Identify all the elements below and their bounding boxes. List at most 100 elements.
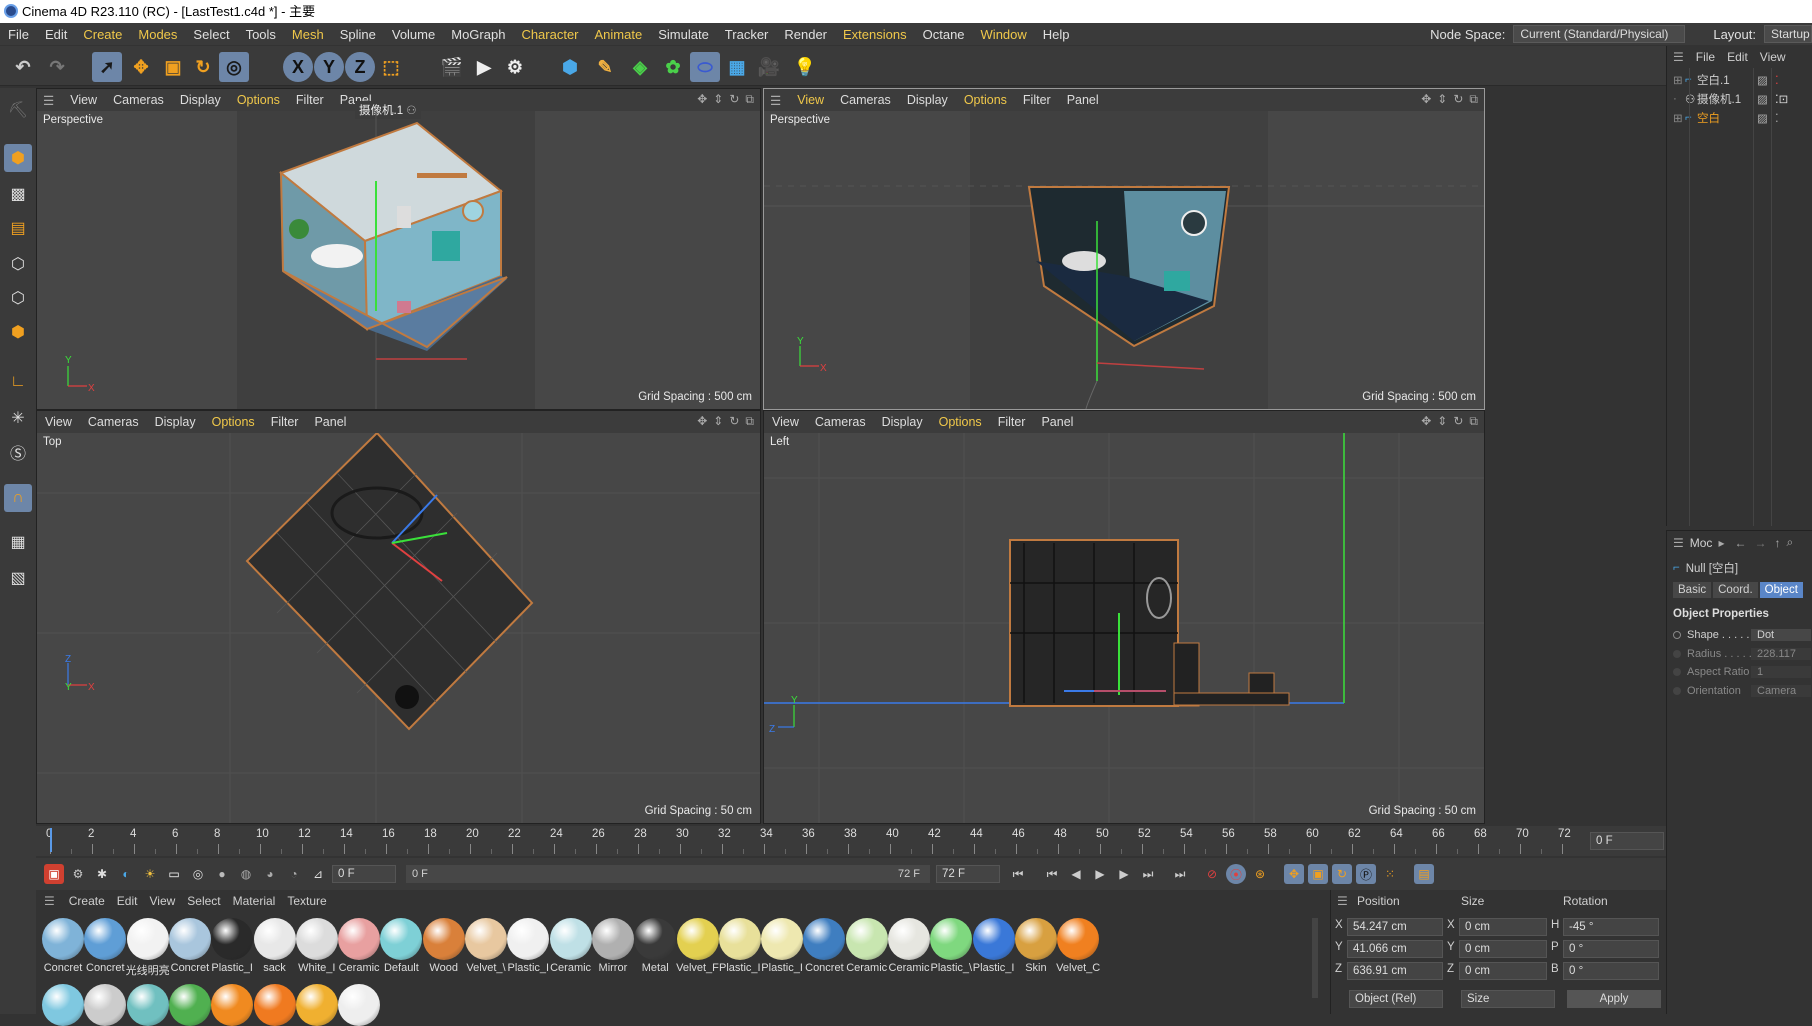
undo-icon[interactable]: ↶ [8,52,38,82]
hamburger-icon[interactable]: ☰ [36,894,63,908]
rounded-rect-icon[interactable]: ▭ [164,864,184,884]
pan-icon[interactable]: ✥ [1421,414,1431,429]
mode-menu[interactable]: Moc [1690,536,1713,550]
viewport-menu-panel[interactable]: Panel [1059,93,1107,107]
mm-menu-texture[interactable]: Texture [281,894,332,908]
position-x-field[interactable]: 54.247 cm [1347,918,1443,936]
visibility-dots-icon[interactable]: ⁚ [1775,111,1779,125]
viewport-menu-cameras[interactable]: Cameras [80,415,147,429]
material-swatch[interactable]: Plastic_I [717,918,763,974]
autokey-icon[interactable]: ⦿ [1226,864,1246,884]
material-swatch[interactable]: Concret [801,918,847,974]
pen-spline-icon[interactable]: ✎ [590,52,620,82]
orbit-icon[interactable]: ↻ [1453,414,1463,429]
up-arrow-icon[interactable]: ↑ [1770,536,1784,550]
material-swatch[interactable] [126,984,169,1026]
rotation-b-field[interactable]: 0 ° [1563,962,1659,980]
parameter-key-icon[interactable]: Ⓟ [1356,864,1376,884]
material-swatch[interactable]: Velvet_\ [463,918,509,974]
axis-mode-icon[interactable]: ∟ [4,368,32,396]
object-name[interactable]: 摄像机.1 [1697,91,1741,107]
viewport-menu-cameras[interactable]: Cameras [807,415,874,429]
maximize-icon[interactable]: ⧉ [1469,414,1478,429]
previous-key-icon[interactable]: ⏮ [1042,864,1062,884]
next-key-icon[interactable]: ⏭ [1138,864,1158,884]
current-frame-field[interactable]: 0 F [1590,832,1664,850]
scale-key-icon[interactable]: ▣ [1308,864,1328,884]
snap-icon[interactable]: ∩ [4,484,32,512]
menu-tracker[interactable]: Tracker [717,27,777,42]
chevron-right-icon[interactable]: ▸ [1712,536,1730,550]
menu-render[interactable]: Render [776,27,835,42]
dolly-icon[interactable]: ⇕ [713,414,723,429]
tweak-mode-icon[interactable]: ✳ [4,404,32,432]
cube-icon[interactable]: ⬢ [555,52,585,82]
om-menu-edit[interactable]: Edit [1721,50,1754,64]
material-scrollbar[interactable] [1312,918,1318,998]
back-arrow-icon[interactable]: ← [1730,536,1750,550]
menu-edit[interactable]: Edit [37,27,75,42]
shape-dropdown[interactable]: Dot [1751,629,1811,642]
sphere-alt-icon[interactable]: ◍ [236,864,256,884]
timeline-ruler[interactable]: 0246810121416182022242628303234363840424… [36,826,1666,856]
material-swatch[interactable]: Plastic_I [759,918,805,974]
record-icon[interactable]: ▣ [44,864,64,884]
om-menu-file[interactable]: File [1690,50,1721,64]
material-swatch[interactable]: Wood [421,918,467,974]
viewport-menu-view[interactable]: View [37,415,80,429]
select-tool-icon[interactable]: ◎ [219,52,249,82]
go-to-end-icon[interactable]: ⏭ [1170,864,1190,884]
model-mode-icon[interactable]: ⬢ [4,144,32,172]
keyframe-icon[interactable] [1673,668,1681,677]
material-swatch[interactable]: Ceramic [548,918,594,974]
menu-file[interactable]: File [0,27,37,42]
material-swatch[interactable]: Velvet_F [675,918,721,974]
hamburger-icon[interactable]: ☰ [764,93,789,108]
visibility-dots-icon[interactable]: ⁚ [1775,73,1779,87]
viewport-menu-filter[interactable]: Filter [990,415,1034,429]
viewport-menu-options[interactable]: Options [931,415,990,429]
rotation-h-field[interactable]: -45 ° [1563,918,1659,936]
material-swatch[interactable]: 光线明亮 [125,918,171,978]
menu-spline[interactable]: Spline [332,27,384,42]
keyframe-icon[interactable] [1673,649,1681,658]
viewport-menu-display[interactable]: Display [899,93,956,107]
viewport-menu-filter[interactable]: Filter [1015,93,1059,107]
position-z-field[interactable]: 636.91 cm [1347,962,1443,980]
material-swatch[interactable]: Skin [1013,918,1059,974]
material-swatch[interactable]: White_I [294,918,340,974]
viewport-perspective-camera[interactable]: ☰ View Cameras Display Options Filter Pa… [36,88,761,410]
menu-modes[interactable]: Modes [130,27,185,42]
mm-menu-edit[interactable]: Edit [111,894,144,908]
menu-animate[interactable]: Animate [587,27,651,42]
hamburger-icon[interactable]: ☰ [1667,536,1690,550]
graph-icon[interactable]: ⊿ [308,864,328,884]
go-to-start-icon[interactable]: ⏮ [1008,864,1028,884]
subdivision-icon[interactable]: ◈ [625,52,655,82]
hamburger-icon[interactable]: ☰ [37,93,62,108]
render-settings-icon[interactable]: ⚙ [500,52,530,82]
material-swatch[interactable]: Plastic_I [209,918,255,974]
solo-mode-icon[interactable]: Ⓢ [4,438,32,466]
material-swatch[interactable] [338,984,381,1026]
layer-icon[interactable]: ▨ [1757,92,1768,106]
record-keys-icon[interactable]: ⊘ [1202,864,1222,884]
viewport-menu-panel[interactable]: Panel [306,415,354,429]
scale-icon[interactable]: ▣ [158,52,188,82]
deformer-icon[interactable]: ⬭ [690,52,720,82]
menu-tools[interactable]: Tools [238,27,284,42]
y-axis-lock-icon[interactable]: Y [314,52,344,82]
light-icon[interactable]: 💡 [790,52,820,82]
mm-menu-create[interactable]: Create [63,894,111,908]
sphere-icon[interactable]: ● [212,864,232,884]
mm-menu-view[interactable]: View [143,894,181,908]
maximize-icon[interactable]: ⧉ [745,92,754,107]
half-circle-icon[interactable]: ◐ [116,864,136,884]
forward-arrow-icon[interactable]: → [1750,536,1770,550]
material-swatch[interactable]: sack [252,918,298,974]
next-frame-icon[interactable]: ▶ [1114,864,1134,884]
object-name[interactable]: 空白 [1697,110,1720,126]
layout-dropdown[interactable]: Startup ( [1764,25,1812,43]
move-icon[interactable]: ✥ [126,52,156,82]
maximize-icon[interactable]: ⧉ [745,414,754,429]
